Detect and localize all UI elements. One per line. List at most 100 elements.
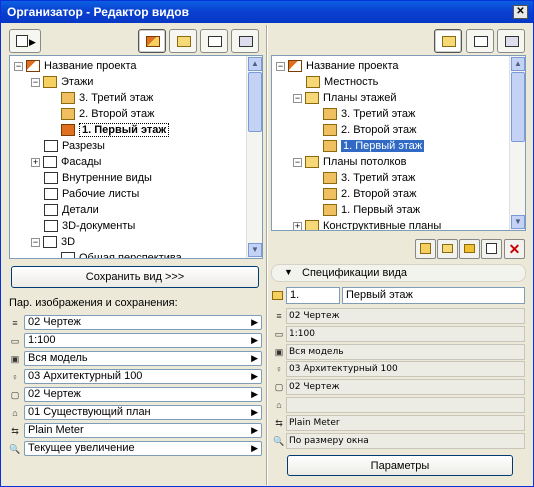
tree-item[interactable]: + Конструктивные планы [293,218,441,230]
tree-item[interactable]: Местность [293,74,378,90]
param-dropdown[interactable]: Текущее увеличение ▶ [24,441,262,456]
delete-button[interactable]: ✕ [504,239,525,259]
tree-item[interactable]: 1. Первый этаж [310,202,420,218]
scale-icon: ▭ [10,336,20,346]
spec-row: ▢ 02 Чертеж [271,378,525,396]
scroll-down-button[interactable]: ▼ [248,243,262,257]
popup-navigator-button[interactable]: ▶ [9,29,41,53]
tree-item[interactable]: 2. Второй этаж [310,186,416,202]
tab-layout-book-right[interactable] [466,29,494,53]
story-icon [323,140,337,153]
dimension-icon: ⇆ [11,426,19,436]
tree-item-label: Планы этажей [323,92,397,104]
tree-item[interactable]: Разрезы [31,138,105,154]
collapse-icon[interactable]: − [276,61,285,71]
param-dropdown[interactable]: Вся модель ▶ [24,351,262,366]
tree-item[interactable]: − Планы потолков [293,154,406,170]
folder-icon [306,76,320,89]
tab-view-map-right[interactable] [434,29,462,53]
zoom-icon: 🔍 [9,444,21,454]
spec-header-label: Спецификации вида [302,267,407,279]
tree-item[interactable]: 1. Первый этаж [310,138,425,154]
tree-item[interactable]: 2. Второй этаж [48,106,154,122]
scale-icon: ▭ [274,328,284,339]
publisher-icon [239,36,253,47]
left-tree-scrollbar[interactable]: ▲ ▼ [246,56,262,258]
collapse-icon[interactable]: − [293,157,302,167]
3d-icon [43,236,57,249]
scroll-up-button[interactable]: ▲ [248,57,262,71]
tree-item[interactable]: 3. Третий этаж [48,90,153,106]
scroll-thumb[interactable] [511,72,525,142]
tree-item[interactable]: − Этажи [31,74,93,90]
expand-icon[interactable]: + [293,221,302,230]
param-dropdown[interactable]: Plain Meter ▶ [24,423,262,438]
collapse-icon[interactable]: − [31,237,40,247]
close-button[interactable]: ✕ [513,5,528,19]
tree-item[interactable]: − Название проекта [276,58,399,74]
tree-item[interactable]: − Название проекта [14,58,137,74]
tree-item-label: 3D [61,236,76,248]
tree-item[interactable]: + Фасады [31,154,101,170]
scroll-up-button[interactable]: ▲ [511,57,525,71]
param-dropdown[interactable]: 1:100 ▶ [24,333,262,348]
param-dropdown[interactable]: 03 Архитектурный 100 ▶ [24,369,262,384]
tree-item[interactable]: 1. Первый этаж [48,122,170,138]
tree-item[interactable]: − Планы этажей [293,90,397,106]
story-icon [323,108,337,121]
tree-item[interactable]: Общая перспектива [48,250,182,258]
new-folder-button[interactable] [437,239,458,259]
right-tree-scrollbar[interactable]: ▲ ▼ [509,56,525,230]
pen-icon: ♀ [275,364,283,375]
tab-view-map[interactable] [169,29,197,53]
collapse-icon[interactable]: − [14,61,23,71]
tree-item-label: Разрезы [62,140,105,152]
view-name-field[interactable]: Первый этаж [342,287,525,304]
view-id-field[interactable]: 1. [286,287,340,304]
expand-icon[interactable]: + [31,157,40,167]
title-bar[interactable]: Организатор - Редактор видов ✕ [1,1,533,23]
view-icon [272,290,284,302]
section-icon [44,140,58,153]
scroll-thumb[interactable] [248,72,262,132]
tab-publisher[interactable] [231,29,259,53]
tree-item[interactable]: Рабочие листы [31,186,139,202]
parameters-button[interactable]: Параметры [287,455,513,476]
tree-item[interactable]: 3D-документы [31,218,135,234]
save-view-button[interactable]: Сохранить вид >>> [11,266,259,288]
tab-project-map[interactable] [138,29,166,53]
window-title: Организатор - Редактор видов [7,5,189,19]
house-icon [26,60,40,73]
pen-icon: ♀ [11,372,19,382]
spec-value: По размеру окна [286,432,525,449]
param-dropdown[interactable]: 02 Чертеж ▶ [24,315,262,330]
collapse-icon[interactable]: − [293,93,302,103]
scroll-down-button[interactable]: ▼ [511,215,525,229]
spec-header[interactable]: ▼ Спецификации вида [271,264,526,282]
renovation-icon: ⌂ [12,408,18,418]
tab-publisher-right[interactable] [497,29,525,53]
layers-icon: ≡ [276,311,282,321]
tree-item[interactable]: 3. Третий этаж [310,170,415,186]
spec-row: ▣ Вся модель [271,343,525,361]
clone-button[interactable] [459,239,480,259]
layers-icon: ≡ [12,318,18,328]
tree-item[interactable]: − 3D [31,234,75,250]
tree-item-label: 2. Второй этаж [79,108,155,120]
arrow-right-icon: ▶ [251,389,258,399]
collapse-icon[interactable]: − [31,77,40,87]
tree-item[interactable]: Внутренние виды [31,170,152,186]
layout-icon [208,36,222,47]
worksheet-icon [44,188,58,201]
tree-item[interactable]: 3. Третий этаж [310,106,415,122]
story-icon [323,188,337,201]
pane-divider[interactable] [266,25,268,485]
param-dropdown[interactable]: 02 Чертеж ▶ [24,387,262,402]
redefine-button[interactable] [481,239,502,259]
param-dropdown[interactable]: 01 Существующий план ▶ [24,405,262,420]
tree-item[interactable]: 2. Второй этаж [310,122,416,138]
new-view-button[interactable] [415,239,436,259]
param-row: ♀ 03 Архитектурный 100 ▶ [9,369,262,385]
tab-layout-book[interactable] [200,29,228,53]
tree-item[interactable]: Детали [31,202,99,218]
